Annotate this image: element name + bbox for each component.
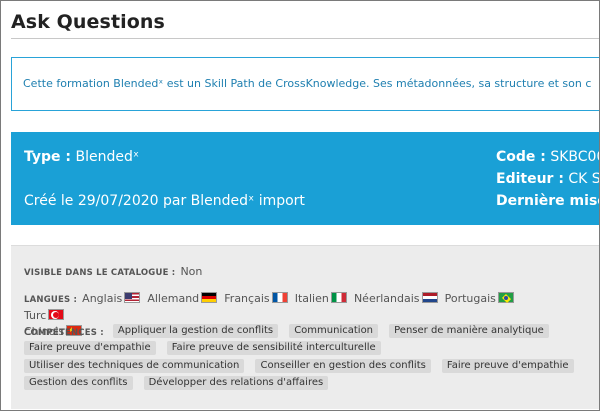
skill-chip: Conseiller en gestion des conflits	[255, 358, 431, 373]
catalog-row: VISIBLE DANS LE CATALOGUE : Non	[24, 260, 202, 279]
editor-value: CK Sk	[568, 171, 600, 187]
created-line: Créé le 29/07/2020 par Blendedˣ import	[24, 193, 305, 209]
br-flag-icon	[497, 292, 514, 303]
code-line: Code : SKBC00	[496, 149, 600, 165]
fr-flag-icon	[271, 292, 288, 303]
info-notice: Cette formation Blendedˣ est un Skill Pa…	[11, 57, 599, 111]
languages-label: LANGUES :	[24, 295, 78, 305]
skill-chip: Appliquer la gestion de conflits	[112, 323, 279, 338]
language-item: Allemand	[147, 292, 219, 305]
last-update-label: Dernière mise a	[496, 193, 599, 209]
type-line: Type : Blendedˣ	[24, 149, 139, 165]
window-frame: Ask Questions Cette formation Blendedˣ e…	[0, 0, 600, 411]
language-item: Anglais	[82, 292, 142, 305]
it-flag-icon	[330, 292, 347, 303]
language-item: Français	[224, 292, 289, 305]
language-item: Portugais	[445, 292, 516, 305]
type-label: Type :	[24, 149, 72, 165]
editor-line: Editeur : CK Sk	[496, 171, 600, 187]
type-value: Blendedˣ	[75, 149, 140, 165]
page-header: Ask Questions	[11, 9, 599, 39]
nl-flag-icon	[421, 292, 438, 303]
language-item: Néerlandais	[354, 292, 440, 305]
catalog-value: Non	[180, 265, 203, 278]
skill-chip: Gestion des conflits	[24, 376, 133, 390]
skill-chip: Communication	[289, 323, 379, 338]
skills-label: COMPÉTENCES :	[24, 328, 104, 338]
page-title: Ask Questions	[11, 11, 165, 33]
skill-chip: Faire preuve d'empathie	[441, 358, 574, 373]
last-update-line: Dernière mise a	[496, 193, 599, 209]
details-panel: VISIBLE DANS LE CATALOGUE : Non LANGUES …	[11, 245, 599, 409]
us-flag-icon	[124, 292, 141, 303]
skill-chip: Faire preuve d'empathie	[24, 341, 156, 355]
course-banner: Type : Blendedˣ Créé le 29/07/2020 par B…	[11, 132, 600, 225]
catalog-label: VISIBLE DANS LE CATALOGUE :	[24, 268, 176, 278]
info-notice-text: Cette formation Blendedˣ est un Skill Pa…	[23, 77, 592, 90]
code-value: SKBC00	[550, 149, 600, 165]
skill-chip: Utiliser des techniques de communication	[24, 358, 245, 373]
tr-flag-icon	[48, 309, 65, 320]
skill-chip: Penser de manière analytique	[389, 323, 549, 338]
code-label: Code :	[496, 149, 546, 165]
skill-chip: Faire preuve de sensibilité interculture…	[166, 341, 381, 355]
editor-label: Editeur :	[496, 171, 564, 187]
language-item: Italien	[295, 292, 349, 305]
skill-chip: Développer des relations d'affaires	[143, 376, 329, 390]
skills-section: COMPÉTENCES : Appliquer la gestion de co…	[24, 320, 574, 390]
de-flag-icon	[201, 292, 218, 303]
